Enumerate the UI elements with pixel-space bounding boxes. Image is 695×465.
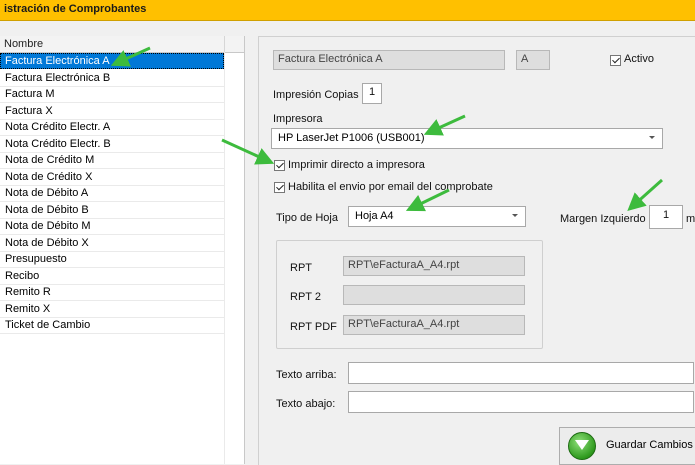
habilita-email-checkbox[interactable] [274, 182, 285, 193]
rptpdf-label: RPT PDF [290, 321, 337, 333]
texto-abajo-label: Texto abajo: [276, 398, 336, 410]
list-item-label: Nota de Débito A [5, 187, 89, 199]
texto-arriba-field[interactable] [348, 362, 694, 384]
margen-izquierdo-field[interactable]: 1 [649, 205, 683, 229]
list-item-label: Nota de Débito M [5, 220, 91, 232]
column-header-label: Nombre [4, 38, 44, 50]
list-item-label: Nota Crédito Electr. B [5, 137, 111, 150]
list-item[interactable]: Presupuesto [0, 251, 224, 268]
impresora-selected-value: HP LaserJet P1006 (USB001) [278, 132, 425, 144]
rpt2-label: RPT 2 [290, 291, 321, 303]
imprimir-directo-label: Imprimir directo a impresora [288, 159, 425, 171]
rpt2-field[interactable] [343, 285, 525, 305]
impresion-copias-label: Impresión Copias [273, 89, 359, 101]
window-title: istración de Comprobantes [4, 3, 147, 15]
list-item-label: Ticket de Cambio [5, 319, 91, 331]
column-header-filler [225, 36, 244, 53]
letter-field[interactable]: A [516, 50, 550, 70]
list-item[interactable]: Factura Electrónica B [0, 70, 224, 87]
list-item[interactable]: Remito X [0, 301, 224, 318]
list-item[interactable]: Remito R [0, 284, 224, 301]
list-item[interactable]: Factura M [0, 86, 224, 103]
list-item-label: Nota de Débito B [5, 203, 89, 216]
list-item-label: Recibo [5, 269, 40, 282]
column-gridline [224, 52, 225, 464]
list-item[interactable]: Nota de Débito X [0, 235, 224, 252]
list-item[interactable]: Nota de Débito A [0, 185, 224, 202]
name-field[interactable]: Factura Electrónica A [273, 50, 505, 70]
list-item[interactable]: Nota de Débito M [0, 218, 224, 235]
list-item[interactable]: Factura X [0, 103, 224, 120]
rpt-label: RPT [290, 262, 312, 274]
list-item-label: Nota de Débito X [5, 236, 89, 249]
activo-checkbox[interactable] [610, 55, 621, 66]
rpt-group: RPT RPT\eFacturaA_A4.rpt RPT 2 RPT PDF R… [276, 240, 543, 349]
list-item[interactable]: Nota Crédito Electr. A [0, 119, 224, 136]
texto-arriba-label: Texto arriba: [276, 369, 337, 381]
column-header-nombre[interactable]: Nombre [0, 36, 225, 53]
list-item[interactable]: Recibo [0, 268, 224, 285]
impresion-copias-field[interactable]: 1 [362, 83, 382, 104]
imprimir-directo-checkbox[interactable] [274, 160, 285, 171]
list-item[interactable]: Factura Electrónica A [0, 53, 224, 69]
list-item-label: Factura Electrónica A [5, 55, 110, 67]
chevron-down-icon [512, 214, 518, 217]
list-item-label: Factura Electrónica B [5, 71, 111, 84]
habilita-email-label: Habilita el envio por email del comproba… [288, 181, 493, 193]
list-item-label: Factura X [5, 104, 53, 117]
tipo-hoja-label: Tipo de Hoja [276, 212, 338, 224]
list-item-label: Nota de Crédito X [5, 170, 93, 183]
rpt-field[interactable]: RPT\eFacturaA_A4.rpt [343, 256, 525, 276]
margen-izquierdo-label: Margen Izquierdo [560, 213, 646, 225]
list-item-label: Remito R [5, 286, 51, 298]
list-item[interactable]: Nota de Crédito X [0, 169, 224, 186]
list-item-label: Nota de Crédito M [5, 154, 95, 166]
impresora-select[interactable]: HP LaserJet P1006 (USB001) [271, 128, 663, 149]
list-item[interactable]: Nota de Crédito M [0, 152, 224, 169]
list-item[interactable]: Nota de Débito B [0, 202, 224, 219]
tipo-hoja-selected-value: Hoja A4 [355, 210, 394, 222]
download-arrow-icon [568, 432, 596, 460]
detail-panel: Factura Electrónica A A Activo Impresión… [258, 36, 695, 465]
title-bar: istración de Comprobantes [0, 0, 695, 20]
list-item-label: Nota Crédito Electr. A [5, 121, 111, 133]
list-item[interactable]: Nota Crédito Electr. B [0, 136, 224, 153]
chevron-down-icon [649, 136, 655, 139]
tipo-hoja-select[interactable]: Hoja A4 [348, 206, 526, 227]
activo-label: Activo [624, 53, 654, 65]
list-item-label: Presupuesto [5, 253, 67, 265]
guardar-cambios-label: Guardar Cambios [606, 439, 693, 451]
impresora-label: Impresora [273, 113, 323, 125]
texto-abajo-field[interactable] [348, 391, 694, 413]
title-divider [0, 20, 695, 21]
margen-unit-label: m [686, 213, 695, 225]
rptpdf-field[interactable]: RPT\eFacturaA_A4.rpt [343, 315, 525, 335]
list-item-label: Remito X [5, 302, 51, 315]
list-item[interactable]: Ticket de Cambio [0, 317, 224, 334]
list-item-label: Factura M [5, 88, 55, 100]
guardar-cambios-button[interactable]: Guardar Cambios [559, 427, 695, 465]
comprobantes-list[interactable]: Nombre Factura Electrónica A Factura Elec… [0, 36, 245, 464]
